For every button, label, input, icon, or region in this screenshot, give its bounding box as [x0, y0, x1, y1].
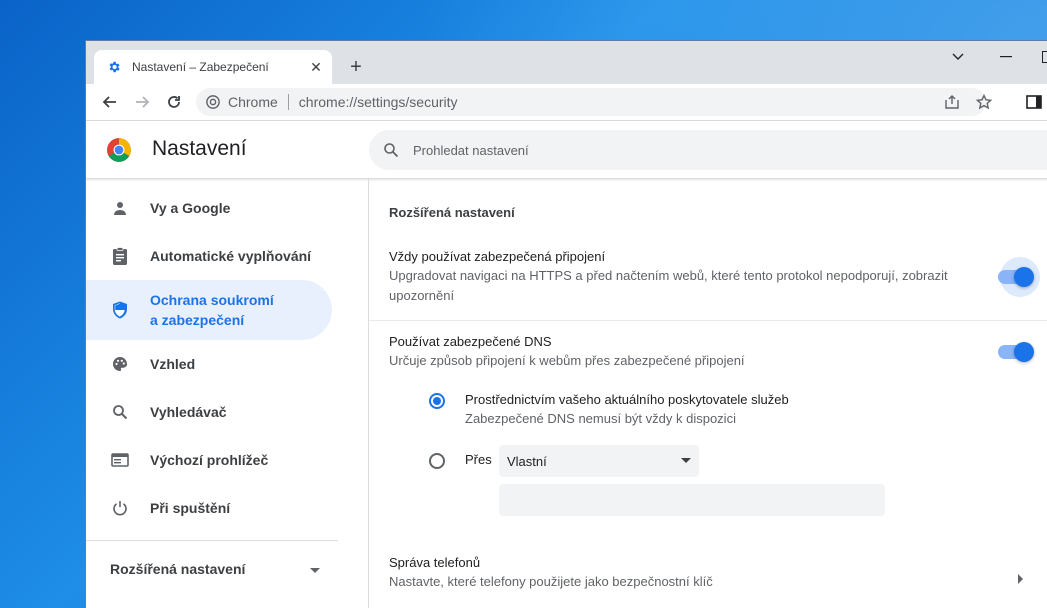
sidebar: Vy a Google Automatické vyplňování Ochra… [86, 179, 354, 608]
sidebar-item-label: Automatické vyplňování [150, 248, 312, 264]
chevron-right-icon[interactable] [1018, 571, 1024, 589]
site-chip-label: Chrome [228, 94, 278, 110]
address-bar[interactable]: Chrome chrome://settings/security [196, 88, 992, 116]
sidebar-item-on-startup[interactable]: Při spuštění [86, 484, 354, 532]
minimize-icon[interactable] [996, 47, 1016, 67]
settings-header: Nastavení Prohledat nastavení [86, 121, 1047, 179]
search-icon [383, 142, 399, 158]
shield-icon [110, 300, 130, 320]
chrome-logo-icon [106, 137, 132, 163]
tab-title: Nastavení – Zabezpečení [132, 60, 269, 74]
sidebar-item-label: Při spuštění [150, 500, 231, 516]
sidebar-item-label-line2: a zabezpečení [150, 312, 245, 328]
sidebar-item-appearance[interactable]: Vzhled [86, 340, 354, 388]
caret-down-icon [310, 561, 320, 577]
site-chip[interactable]: Chrome [206, 94, 278, 110]
search-icon [110, 402, 130, 422]
sidebar-advanced-label: Rozšířená nastavení [110, 560, 246, 577]
custom-dns-input[interactable] [499, 484, 885, 516]
section-title: Rozšířená nastavení [389, 205, 515, 220]
phones-setting-row[interactable]: Správa telefonů Nastavte, které telefony… [389, 555, 1047, 592]
sidebar-item-label: Vyhledávač [150, 404, 227, 420]
back-button[interactable] [96, 88, 124, 116]
dns-toggle[interactable] [998, 342, 1034, 362]
dns-setting-title: Používat zabezpečené DNS [389, 334, 552, 349]
toggle-knob [1014, 342, 1034, 362]
https-desc-line2: upozornění [389, 288, 455, 303]
https-setting-desc: Upgradovat navigaci na HTTPS a před načt… [389, 266, 1047, 306]
tab-search-icon[interactable] [948, 47, 968, 67]
dns-current-provider-option[interactable]: Prostřednictvím vašeho aktuálního poskyt… [465, 392, 965, 429]
sidebar-item-autofill[interactable]: Automatické vyplňování [86, 232, 354, 280]
dns-provider-select[interactable]: Vlastní [499, 445, 699, 477]
bookmark-star-icon[interactable] [976, 88, 992, 116]
side-panel-icon[interactable] [1026, 94, 1042, 115]
dns-current-provider-desc: Zabezpečené DNS nemusí být vždy k dispoz… [465, 411, 736, 426]
dns-current-provider-title: Prostřednictvím vašeho aktuálního poskyt… [465, 392, 789, 407]
sidebar-item-label-line1: Ochrana soukromí [150, 292, 274, 308]
maximize-icon[interactable] [1038, 47, 1047, 67]
palette-icon [110, 354, 130, 374]
settings-content: Rozšířená nastavení Vždy používat zabezp… [368, 179, 1047, 608]
clipboard-icon [110, 246, 130, 266]
dropdown-arrow-icon [681, 458, 691, 463]
toggle-knob [1014, 267, 1034, 287]
forward-button[interactable] [128, 88, 156, 116]
https-desc-line1: Upgradovat navigaci na HTTPS a před načt… [389, 268, 948, 283]
sidebar-item-privacy-security[interactable]: Ochrana soukromí a zabezpečení [86, 280, 332, 340]
sidebar-item-default-browser[interactable]: Výchozí prohlížeč [86, 436, 354, 484]
close-tab-icon[interactable]: ✕ [308, 59, 324, 75]
tab-settings-security[interactable]: Nastavení – Zabezpečení ✕ [94, 50, 332, 84]
sidebar-item-label: Výchozí prohlížeč [150, 452, 269, 468]
chrome-icon [206, 95, 220, 109]
dns-provider-select-value: Vlastní [507, 453, 547, 469]
new-tab-button[interactable]: + [344, 55, 368, 79]
sidebar-item-label-multiline: Ochrana soukromí a zabezpečení [150, 290, 274, 330]
sidebar-item-label: Vy a Google [150, 200, 231, 216]
https-toggle[interactable] [998, 267, 1034, 287]
share-icon[interactable] [944, 88, 960, 116]
browser-icon [110, 450, 130, 470]
https-setting-row[interactable]: Vždy používat zabezpečená připojení Upgr… [389, 249, 1047, 306]
dns-setting-desc: Určuje způsob připojení k webům přes zab… [389, 353, 745, 368]
toolbar: Chrome chrome://settings/security [86, 84, 1047, 121]
browser-window: Nastavení – Zabezpečení ✕ + Chrome chrom… [85, 40, 1047, 608]
dns-current-provider-radio[interactable] [429, 393, 445, 409]
phones-setting-title: Správa telefonů [389, 555, 481, 570]
divider [369, 320, 1047, 321]
phones-setting-desc: Nastavte, které telefony použijete jako … [389, 574, 713, 589]
settings-search-input[interactable]: Prohledat nastavení [369, 130, 1047, 170]
search-placeholder: Prohledat nastavení [413, 142, 529, 158]
dns-setting-row[interactable]: Používat zabezpečené DNS Určuje způsob p… [389, 334, 1047, 371]
url-text[interactable]: chrome://settings/security [299, 94, 458, 110]
tab-strip: Nastavení – Zabezpečení ✕ + [86, 41, 1047, 84]
sidebar-advanced-toggle[interactable]: Rozšířená nastavení [86, 540, 338, 596]
sidebar-item-search-engine[interactable]: Vyhledávač [86, 388, 354, 436]
https-setting-title: Vždy používat zabezpečená připojení [389, 249, 606, 264]
power-icon [110, 498, 130, 518]
omnibox-separator [287, 94, 289, 110]
gear-icon [106, 59, 122, 75]
dns-custom-radio[interactable] [429, 453, 445, 469]
person-icon [110, 198, 130, 218]
reload-button[interactable] [160, 88, 188, 116]
page-title: Nastavení [152, 137, 247, 160]
sidebar-item-label: Vzhled [150, 356, 196, 372]
sidebar-item-you-and-google[interactable]: Vy a Google [86, 184, 354, 232]
